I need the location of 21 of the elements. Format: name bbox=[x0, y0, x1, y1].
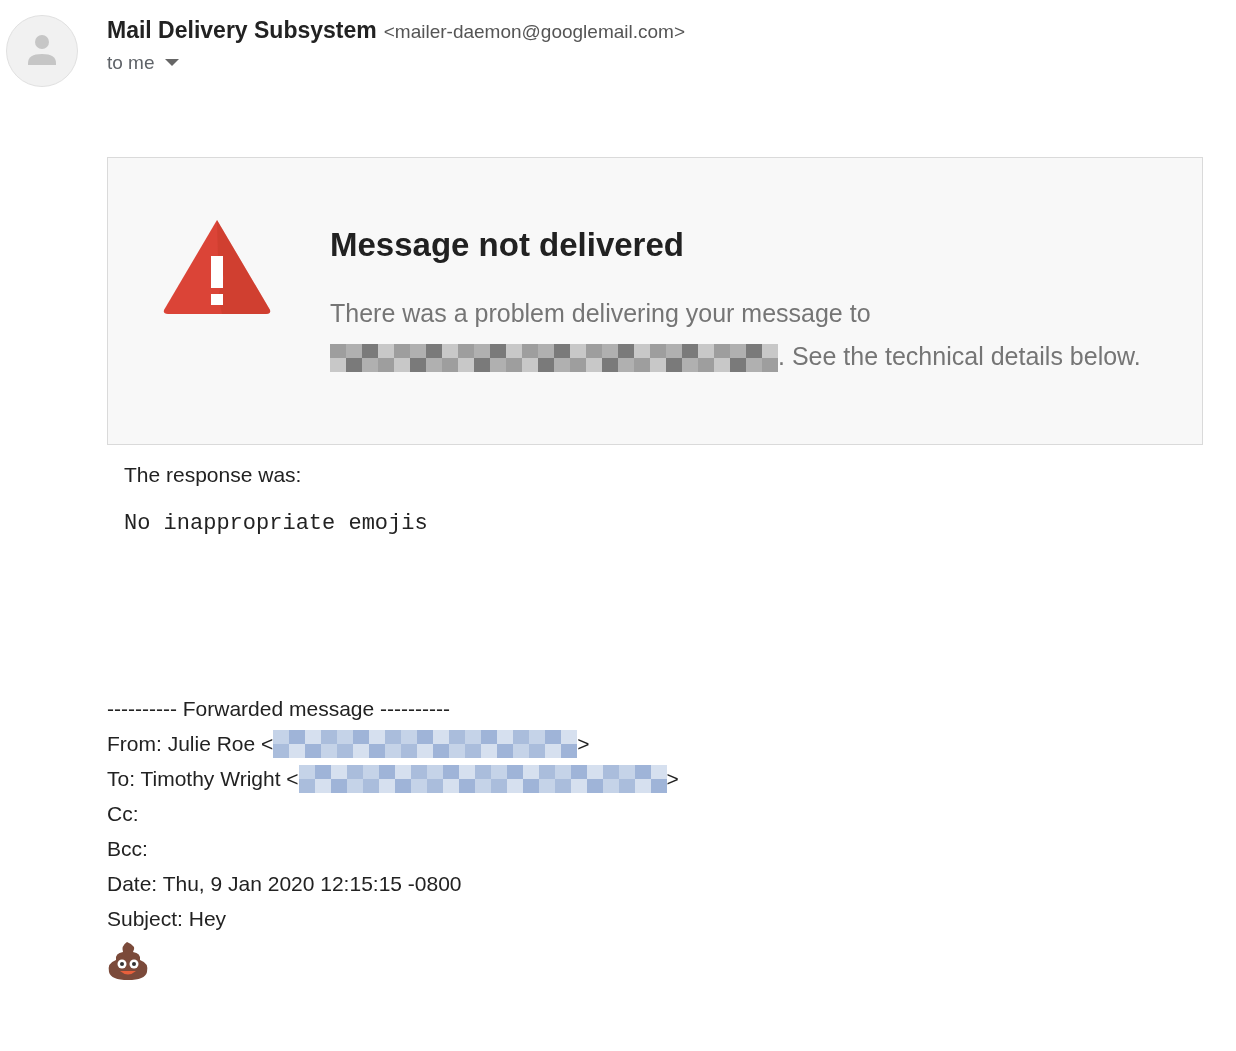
header-field: From: Julie Roe < bbox=[107, 726, 274, 761]
avatar-icon bbox=[6, 15, 78, 87]
caret-icon bbox=[164, 59, 179, 67]
warning-icon bbox=[162, 218, 272, 316]
sender-name: Mail Delivery Subsystem bbox=[107, 17, 377, 44]
header-field: Bcc: bbox=[107, 831, 148, 866]
notice-title: Message not delivered bbox=[330, 226, 685, 264]
response-label: The response was: bbox=[124, 463, 303, 487]
header-field: Subject: Hey bbox=[107, 901, 227, 936]
notice-text: There was a problem delivering your message to bbox=[330, 299, 871, 327]
recipient-dropdown[interactable]: to me bbox=[107, 52, 179, 74]
bracket-text: > bbox=[666, 766, 679, 792]
bracket-text: > bbox=[577, 731, 590, 757]
pile-of-poo-icon bbox=[107, 940, 149, 982]
header-field: Date: Thu, 9 Jan 2020 12:15:15 -0800 bbox=[107, 866, 462, 901]
header-field: To: Timothy Wright < bbox=[107, 761, 299, 796]
forwarded-separator: ---------- Forwarded message ---------- bbox=[107, 696, 451, 722]
sender-address: <mailer-daemon@googlemail.com> bbox=[383, 21, 685, 43]
response-message: No inappropriate emojis bbox=[124, 511, 429, 536]
header-field: Cc: bbox=[107, 796, 139, 831]
notice-text: . See the technical details below. bbox=[778, 342, 1141, 370]
